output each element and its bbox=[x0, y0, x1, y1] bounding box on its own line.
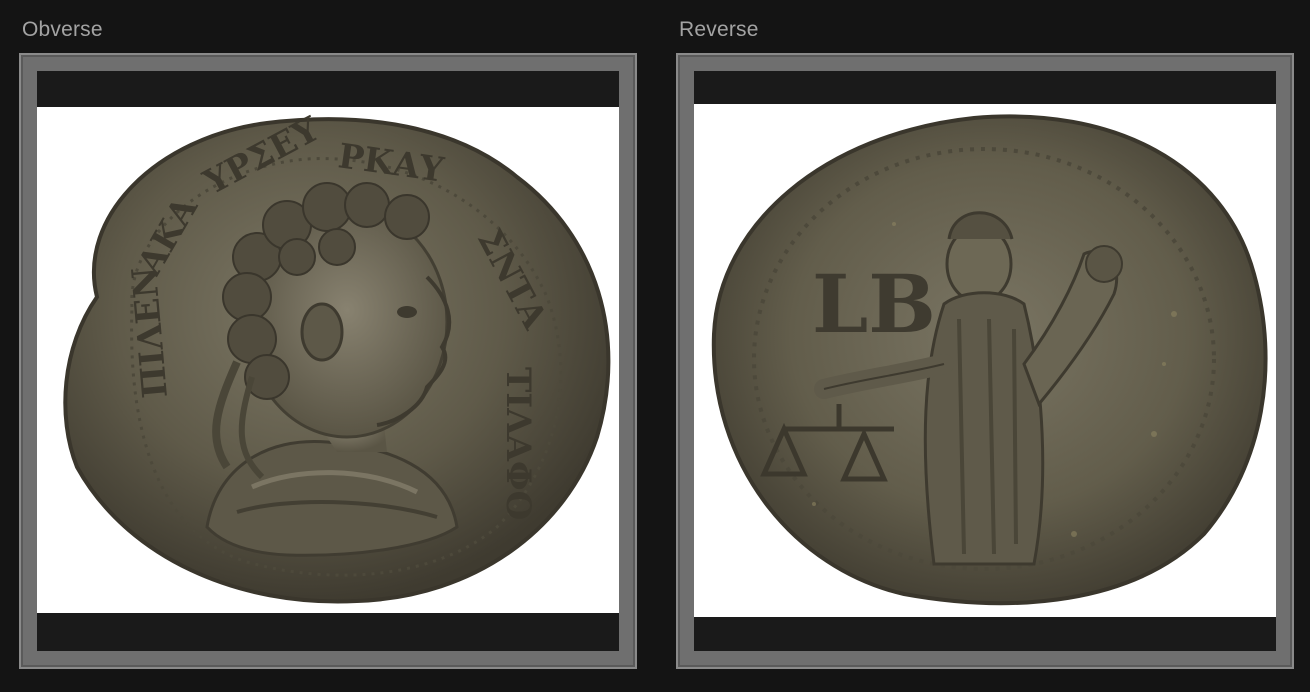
reverse-title: Reverse bbox=[679, 18, 759, 41]
obverse-image[interactable]: ΑΚΑ ΥΡΣΕΥ ΡΚΑΥ ΣΝΤΑ ΤΙΛΑΦΟ ΠΙΛΕΝ bbox=[37, 107, 619, 613]
obverse-frame: ΑΚΑ ΥΡΣΕΥ ΡΚΑΥ ΣΝΤΑ ΤΙΛΑΦΟ ΠΙΛΕΝ bbox=[19, 53, 637, 669]
obverse-coin-illustration: ΑΚΑ ΥΡΣΕΥ ΡΚΑΥ ΣΝΤΑ ΤΙΛΑΦΟ ΠΙΛΕΝ bbox=[63, 109, 611, 604]
svg-text:LB: LB bbox=[812, 257, 936, 351]
reverse-coin-illustration: LB bbox=[711, 114, 1268, 606]
obverse-viewport[interactable]: ΑΚΑ ΥΡΣΕΥ ΡΚΑΥ ΣΝΤΑ ΤΙΛΑΦΟ ΠΙΛΕΝ bbox=[37, 71, 619, 651]
obverse-title: Obverse bbox=[22, 18, 103, 41]
reverse-frame: LB bbox=[676, 53, 1294, 669]
coin-viewer: Obverse ΑΚΑ ΥΡΣΕΥ ΡΚΑΥ ΣΝΤΑ ΤΙΛΑΦΟ ΠΙΛΕΝ… bbox=[0, 0, 1310, 692]
svg-text:ΤΙΛΑΦΟ: ΤΙΛΑΦΟ bbox=[498, 367, 538, 520]
reverse-image[interactable]: LB bbox=[694, 104, 1276, 617]
reverse-viewport[interactable]: LB bbox=[694, 71, 1276, 651]
